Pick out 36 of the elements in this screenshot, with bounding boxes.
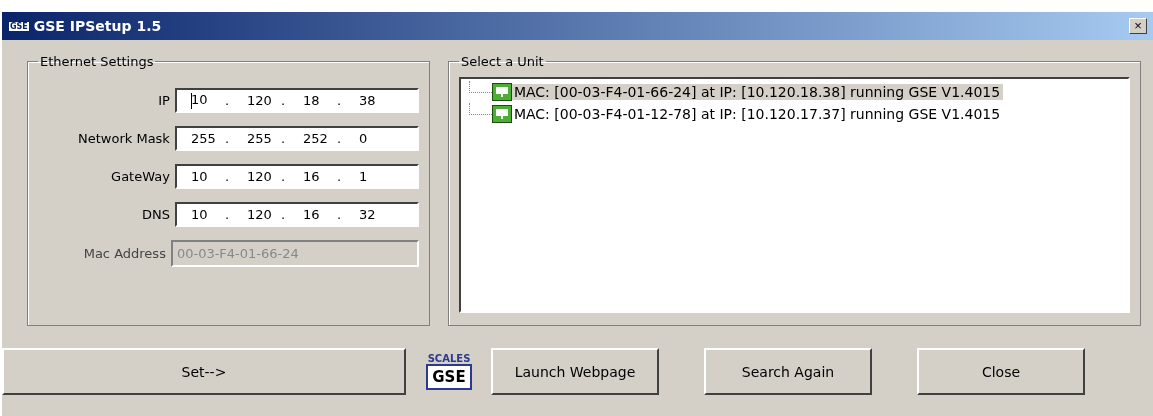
logo-mark: GSE <box>426 364 472 390</box>
field-label: DNS <box>141 207 170 222</box>
octet-separator: . <box>336 169 343 184</box>
set-button[interactable]: Set--> <box>2 348 406 395</box>
close-button[interactable]: × <box>1129 18 1147 34</box>
octet-separator: . <box>336 93 343 108</box>
network-icon <box>491 105 512 123</box>
unit-item[interactable]: MAC: [00-03-F4-01-12-78] at IP: [10.120.17.37] running GSE V1.4015 <box>511 106 1004 122</box>
ip-address-field[interactable]: 255 . 255 . 252 . 0 <box>174 126 419 151</box>
group-title: Ethernet Settings <box>39 54 155 69</box>
dialog-button[interactable]: Close <box>917 348 1085 395</box>
group-title: Select a Unit <box>459 54 545 69</box>
octet-separator: . <box>224 93 231 108</box>
field-label: IP <box>158 93 170 108</box>
octet-separator: . <box>224 131 231 146</box>
ip-address-field[interactable]: 10 . 120 . 16 . 32 <box>174 202 419 227</box>
dialog-button[interactable]: Search Again <box>704 348 872 395</box>
unit-item[interactable]: MAC: [00-03-F4-01-66-24] at IP: [10.120.18.38] running GSE V1.4015 <box>511 84 1004 100</box>
field-label: Network Mask <box>78 131 170 146</box>
octet-separator: . <box>336 131 343 146</box>
logo-caption: SCALES <box>427 353 471 364</box>
octet-separator: . <box>280 93 287 108</box>
octet-separator: . <box>336 207 343 222</box>
app-icon: GSE <box>8 20 30 32</box>
ip-address-field[interactable]: 10 . 120 . 18 . 38 <box>174 88 419 113</box>
ip-address-field[interactable]: 10 . 120 . 16 . 1 <box>174 164 419 189</box>
window-title: GSE IPSetup 1.5 <box>33 18 163 34</box>
field-label: Mac Address <box>83 246 166 261</box>
octet-separator: . <box>224 169 231 184</box>
octet-separator: . <box>224 207 231 222</box>
dialog-button[interactable]: Launch Webpage <box>491 348 659 395</box>
network-icon <box>491 83 512 101</box>
octet-separator: . <box>280 169 287 184</box>
octet-separator: . <box>280 207 287 222</box>
field-label: GateWay <box>111 169 170 184</box>
octet-separator: . <box>280 131 287 146</box>
